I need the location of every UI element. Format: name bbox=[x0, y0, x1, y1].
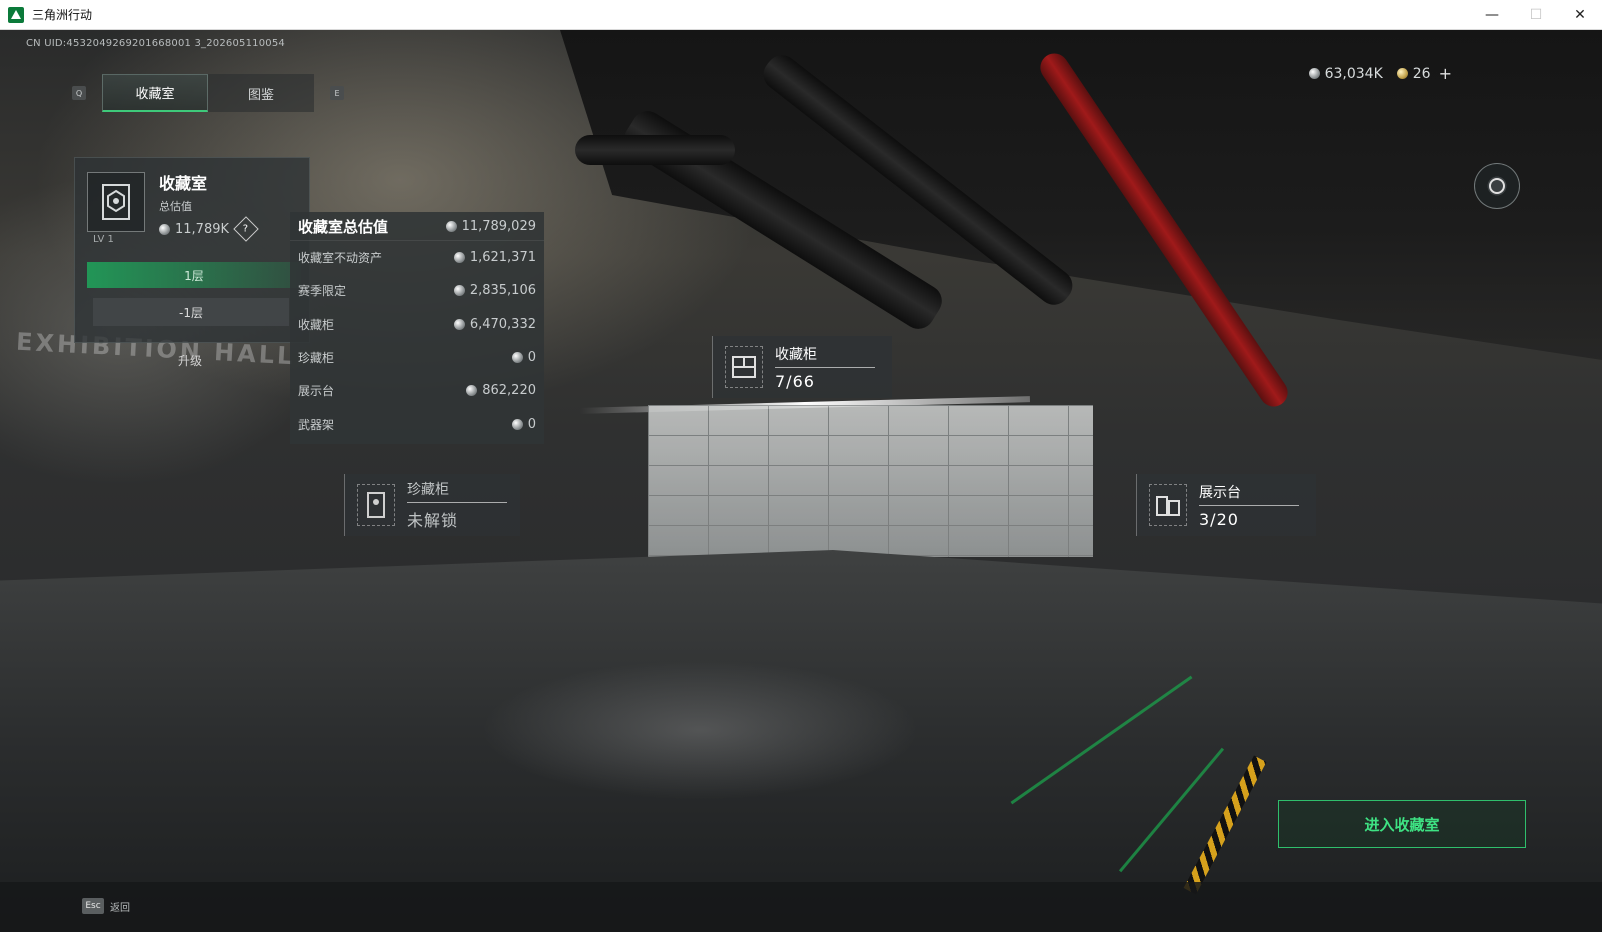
room-info-card: LV 1 收藏室 总估值 11,789K ? 1层 -1层 bbox=[74, 157, 310, 343]
collection-room-icon bbox=[87, 172, 145, 232]
minimize-button[interactable]: — bbox=[1470, 0, 1514, 30]
valuation-row: 收藏室不动资产 1,621,371 bbox=[298, 250, 536, 266]
maximize-button[interactable]: ☐ bbox=[1514, 0, 1558, 30]
prev-tab-key[interactable]: Q bbox=[72, 86, 86, 100]
treasure-cabinet-status: 未解锁 bbox=[407, 511, 459, 530]
valuation-total: 11,789,029 bbox=[445, 219, 536, 234]
token-icon bbox=[1396, 68, 1408, 79]
valuation-row: 武器架 0 bbox=[298, 416, 536, 432]
top-tabs: Q 收藏室 图鉴 E bbox=[72, 74, 344, 112]
floor-1-button[interactable]: 1层 bbox=[87, 262, 301, 288]
camera-view-button[interactable] bbox=[1474, 163, 1520, 209]
room-title: 收藏室 bbox=[159, 174, 208, 193]
room-level: LV 1 bbox=[93, 234, 114, 245]
treasure-cabinet-tag[interactable]: 珍藏柜 未解锁 bbox=[344, 474, 520, 536]
valuation-row: 珍藏柜 0 bbox=[298, 350, 536, 366]
valuation-panel: 收藏室总估值 11,789,029 收藏室不动资产 1,621,371 赛季限定… bbox=[290, 212, 544, 444]
valuation-row: 展示台 862,220 bbox=[298, 383, 536, 399]
display-stand-count: 3/20 bbox=[1199, 509, 1239, 529]
window-titlebar: 三角洲行动 — ☐ ✕ bbox=[0, 0, 1602, 30]
coin-balance: 63,034K bbox=[1308, 65, 1383, 82]
coin-icon bbox=[511, 418, 523, 430]
esc-key[interactable]: Esc bbox=[82, 898, 104, 914]
coin-icon bbox=[453, 285, 465, 297]
bottom-bar bbox=[0, 882, 1602, 932]
dark-pipe bbox=[575, 135, 735, 165]
currency-bar: 63,034K 26 + bbox=[1295, 64, 1452, 83]
close-button[interactable]: ✕ bbox=[1558, 0, 1602, 30]
valuation-row: 赛季限定 2,835,106 bbox=[298, 283, 536, 299]
back-hint[interactable]: Esc 返回 bbox=[82, 898, 130, 914]
display-stand-tag[interactable]: 展示台 3/20 bbox=[1136, 474, 1316, 536]
app-logo-icon bbox=[8, 6, 24, 23]
cabinet-tag[interactable]: 收藏柜 7/66 bbox=[712, 336, 892, 398]
coin-icon bbox=[1308, 68, 1320, 79]
camera-icon bbox=[1489, 178, 1505, 194]
valuation-title: 收藏室总估值 bbox=[298, 217, 389, 236]
display-wall bbox=[648, 405, 1093, 557]
valuation-row: 收藏柜 6,470,332 bbox=[298, 316, 536, 332]
next-tab-key[interactable]: E bbox=[330, 86, 344, 100]
token-amount: 26 bbox=[1412, 65, 1431, 82]
tab-catalog[interactable]: 图鉴 bbox=[208, 74, 314, 112]
cabinet-title: 收藏柜 bbox=[775, 344, 875, 368]
treasure-cabinet-icon bbox=[357, 484, 395, 526]
valuation-header: 收藏室总估值 11,789,029 bbox=[290, 212, 544, 241]
upgrade-button[interactable]: 升级 bbox=[178, 352, 202, 369]
coin-icon bbox=[453, 318, 465, 330]
token-balance: 26 + bbox=[1396, 64, 1452, 83]
help-icon[interactable]: ? bbox=[233, 216, 259, 242]
player-uid: CN UID:4532049269201668001 3_20260511005… bbox=[26, 38, 285, 49]
room-value-label: 总估值 bbox=[159, 200, 192, 213]
back-label: 返回 bbox=[110, 902, 130, 914]
coin-icon bbox=[159, 223, 170, 235]
cabinet-icon bbox=[725, 346, 763, 388]
enter-collection-room-button[interactable]: 进入收藏室 bbox=[1278, 800, 1526, 848]
room-total-value: 11,789K ? bbox=[159, 216, 259, 242]
coin-icon bbox=[445, 220, 457, 232]
tab-collection-room[interactable]: 收藏室 bbox=[102, 74, 208, 112]
window-title: 三角洲行动 bbox=[32, 8, 93, 22]
display-stand-icon bbox=[1149, 484, 1187, 526]
add-currency-button[interactable]: + bbox=[1439, 64, 1452, 83]
display-stand-title: 展示台 bbox=[1199, 482, 1299, 506]
floor-minus1-button[interactable]: -1层 bbox=[93, 298, 289, 326]
floor-reflection bbox=[480, 660, 920, 800]
coin-amount: 63,034K bbox=[1324, 65, 1383, 82]
cabinet-count: 7/66 bbox=[775, 371, 815, 391]
coin-icon bbox=[466, 385, 478, 397]
treasure-cabinet-title: 珍藏柜 bbox=[407, 479, 507, 503]
coin-icon bbox=[453, 252, 465, 264]
room-value-amount: 11,789K bbox=[175, 221, 230, 237]
coin-icon bbox=[511, 352, 523, 364]
